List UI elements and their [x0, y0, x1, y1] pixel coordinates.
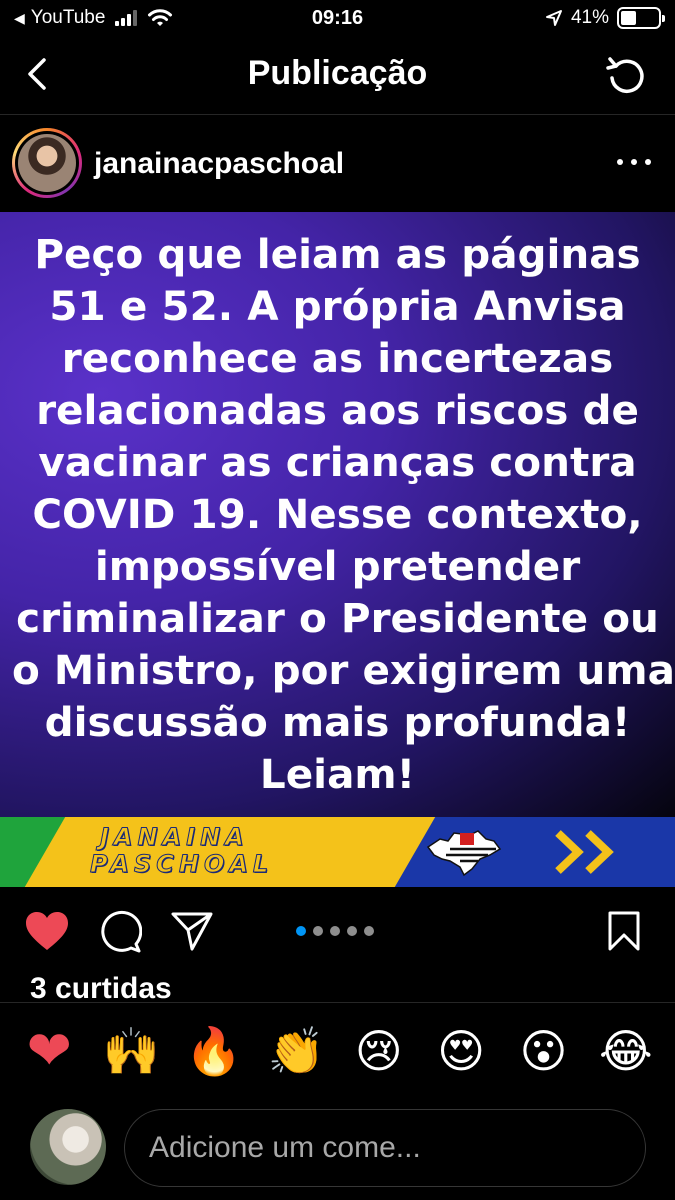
post-text-line: relacionadas aos riscos de [36, 386, 639, 434]
post-text-line: discussão mais profunda! [44, 698, 631, 746]
sao-paulo-map-icon [426, 830, 502, 877]
likes-count[interactable]: 3 curtidas [30, 972, 172, 1002]
post-banner: JANAINA PASCHOAL [0, 817, 675, 887]
carousel-dot [347, 926, 357, 936]
reaction-emoji[interactable]: 😮 [512, 1021, 574, 1081]
reaction-emoji[interactable]: 🙌 [101, 1021, 163, 1081]
post-text-line: 51 e 52. A própria Anvisa [49, 282, 626, 330]
heart-icon[interactable] [24, 910, 70, 952]
post-text-line: COVID 19. Nesse contexto, [32, 490, 643, 538]
post-text-line: Leiam! [259, 750, 416, 798]
refresh-icon[interactable] [605, 54, 647, 96]
carousel-dot [296, 926, 306, 936]
user-avatar [30, 1109, 106, 1185]
banner-name-line2: PASCHOAL [89, 850, 274, 878]
post-text-line: criminalizar o Presidente ou [16, 594, 659, 642]
status-bar: ◀ YouTube 09:16 41% [0, 0, 675, 38]
banner-name-line1: JANAINA [99, 823, 249, 851]
quick-reactions: ❤ 🙌 🔥 👏 😢 😍 😮 😂 [0, 1021, 675, 1081]
post-actions [0, 900, 675, 962]
carousel-dot [330, 926, 340, 936]
reaction-emoji[interactable]: ❤ [18, 1021, 80, 1081]
reaction-emoji[interactable]: 👏 [265, 1021, 327, 1081]
avatar-photo [18, 134, 76, 192]
post-image[interactable]: Peço que leiam as páginas 51 e 52. A próp… [0, 212, 675, 817]
carousel-dot [313, 926, 323, 936]
page-title: Publicação [247, 54, 428, 92]
battery-level [621, 11, 636, 25]
carousel-dot [364, 926, 374, 936]
bookmark-icon[interactable] [607, 910, 641, 952]
carousel-indicator [296, 926, 374, 936]
comment-icon[interactable] [98, 910, 142, 954]
post-text-line: reconhece as incertezas [61, 334, 614, 382]
post-text-line: o Ministro, por exigirem uma [12, 646, 675, 694]
chevrons-icon [555, 830, 614, 874]
reaction-emoji[interactable]: 😂 [595, 1021, 657, 1081]
banner-name: JANAINA PASCHOAL [89, 823, 273, 878]
location-icon [545, 10, 562, 26]
comment-input[interactable] [124, 1109, 646, 1187]
post-text-line: impossível pretender [94, 542, 581, 590]
post-text-line: Peço que leiam as páginas [34, 230, 641, 278]
reaction-emoji[interactable]: 😢 [348, 1021, 410, 1081]
battery-icon [617, 7, 665, 29]
status-right: 41% [545, 7, 665, 29]
author-username[interactable]: janainacpaschoal [94, 147, 344, 181]
battery-percent: 41% [570, 7, 609, 28]
post-header: janainacpaschoal [0, 115, 675, 212]
avatar-border [15, 131, 79, 195]
reaction-emoji[interactable]: 😍 [430, 1021, 492, 1081]
author-avatar[interactable] [12, 128, 82, 198]
reaction-emoji[interactable]: 🔥 [183, 1021, 245, 1081]
share-icon[interactable] [170, 910, 214, 952]
more-options-icon[interactable] [617, 153, 651, 171]
post-text-line: vacinar as crianças contra [38, 438, 637, 486]
comment-composer: ❤ 🙌 🔥 👏 😢 😍 😮 😂 [0, 1002, 675, 1200]
nav-bar: Publicação [0, 38, 675, 110]
post-image-text: Peço que leiam as páginas 51 e 52. A próp… [0, 228, 675, 800]
